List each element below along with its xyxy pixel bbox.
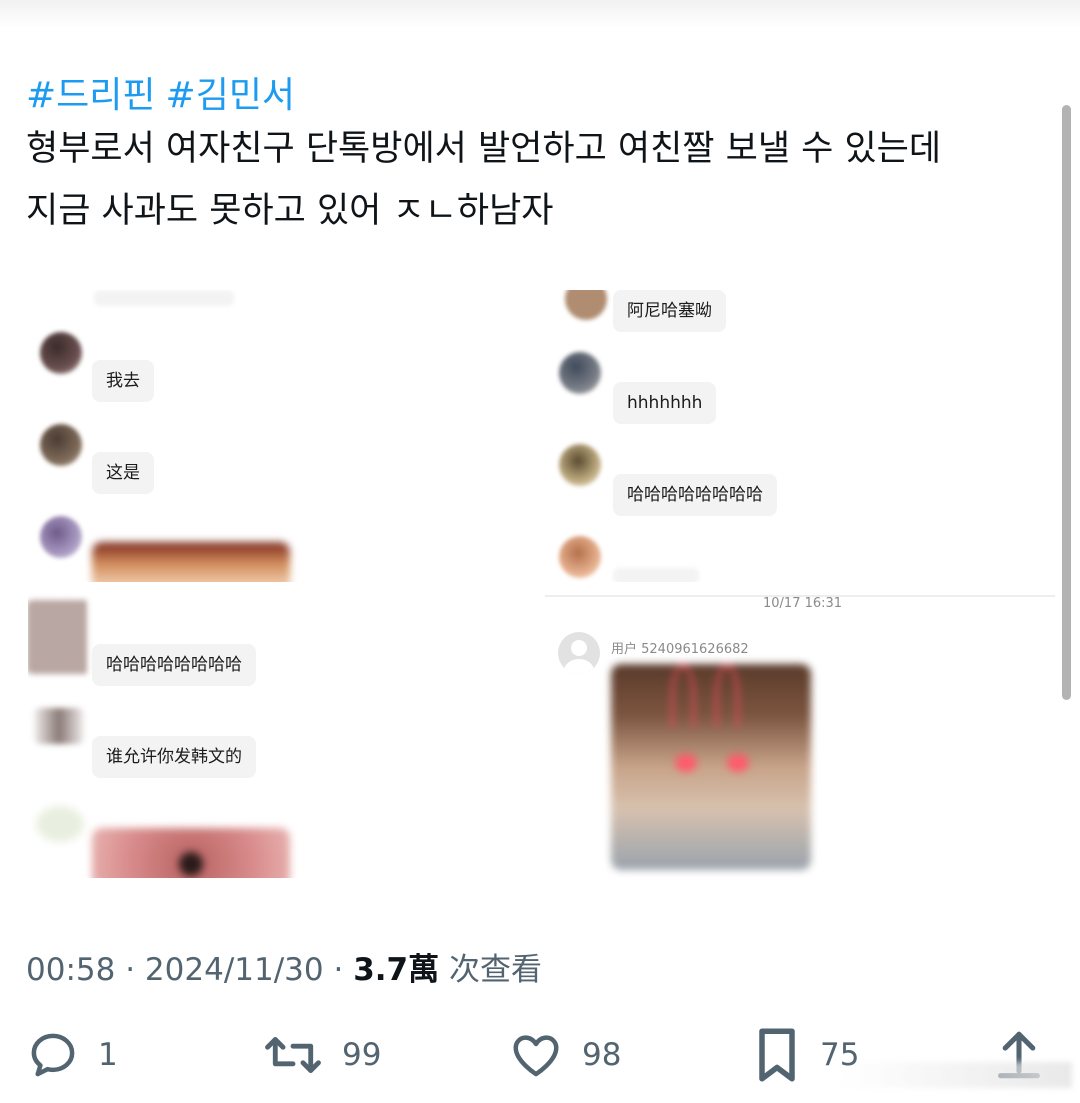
avatar xyxy=(36,806,84,842)
avatar xyxy=(28,600,88,674)
like-button[interactable]: 98 xyxy=(508,1025,621,1085)
chat-username: 用户 5240961626682 xyxy=(611,642,749,657)
chat-bubble: 这是 xyxy=(92,452,154,494)
reply-count: 1 xyxy=(98,1037,118,1073)
like-count: 98 xyxy=(582,1037,622,1073)
cropped-bubble xyxy=(94,290,234,306)
bookmark-icon xyxy=(759,1028,795,1082)
blurred-photo xyxy=(611,664,811,870)
repost-icon xyxy=(265,1037,321,1073)
post-time: 00:58 xyxy=(26,952,116,988)
hashtag-link[interactable]: #김민서 xyxy=(166,75,296,116)
avatar xyxy=(559,536,601,578)
reply-button[interactable]: 1 xyxy=(26,1025,118,1085)
blurred-photo xyxy=(92,828,290,878)
chat-bubble: 谁允许你发韩文的 xyxy=(92,736,256,778)
post-date[interactable]: 2024/11/30 xyxy=(145,952,324,988)
avatar xyxy=(40,332,82,374)
default-avatar-icon xyxy=(558,632,600,674)
watermark-smudge xyxy=(842,1062,1072,1088)
post-text-line: 지금 사과도 못하고 있어 ㅈㄴ하남자 xyxy=(26,191,554,231)
chat-screenshot-image[interactable]: 阿尼哈塞呦 hhhhhhh 哈哈哈哈哈哈哈哈 xyxy=(545,290,1055,582)
avatar xyxy=(559,444,601,486)
chat-timestamp: 10/17 16:31 xyxy=(763,596,843,611)
scrollbar-thumb[interactable] xyxy=(1062,105,1071,700)
avatar xyxy=(34,708,84,744)
chat-screenshot-image[interactable]: 我去 这是 xyxy=(28,290,540,582)
chat-bubble: hhhhhhh xyxy=(613,382,717,424)
separator-dot: · xyxy=(333,952,344,988)
cropped-bubble xyxy=(613,568,699,582)
post-body: 형부로서 여자친구 단톡방에서 발언하고 여친짤 보낼 수 있는데 지금 사과도… xyxy=(26,118,1036,242)
avatar xyxy=(559,352,601,394)
blurred-photo xyxy=(92,542,290,582)
chat-bubble: 哈哈哈哈哈哈哈哈 xyxy=(613,474,777,516)
repost-button[interactable]: 99 xyxy=(262,1025,381,1085)
avatar xyxy=(40,424,82,466)
hashtag-link[interactable]: #드리핀 xyxy=(26,75,156,116)
hashtag-row: #드리핀 #김민서 xyxy=(26,66,305,118)
view-count: 3.7萬 xyxy=(353,952,440,988)
avatar xyxy=(40,516,82,558)
view-label: 次查看 xyxy=(439,952,542,988)
post-meta: 00:58 · 2024/11/30 · 3.7萬 次查看 xyxy=(26,944,542,989)
top-fade xyxy=(0,0,1080,28)
chat-screenshot-image[interactable]: 哈哈哈哈哈哈哈哈 谁允许你发韩文的 xyxy=(28,590,540,878)
chat-bubble: 哈哈哈哈哈哈哈哈 xyxy=(92,644,256,686)
avatar xyxy=(565,290,607,320)
repost-count: 99 xyxy=(342,1037,382,1073)
separator-dot: · xyxy=(125,952,136,988)
chat-screenshot-image[interactable]: 10/17 16:31 用户 5240961626682 xyxy=(545,590,1055,878)
reply-icon xyxy=(31,1033,75,1077)
chat-bubble: 阿尼哈塞呦 xyxy=(613,290,726,332)
heart-icon xyxy=(513,1035,559,1077)
chat-bubble: 我去 xyxy=(92,360,154,402)
post-text-line: 형부로서 여자친구 단톡방에서 발언하고 여친짤 보낼 수 있는데 xyxy=(26,129,942,169)
